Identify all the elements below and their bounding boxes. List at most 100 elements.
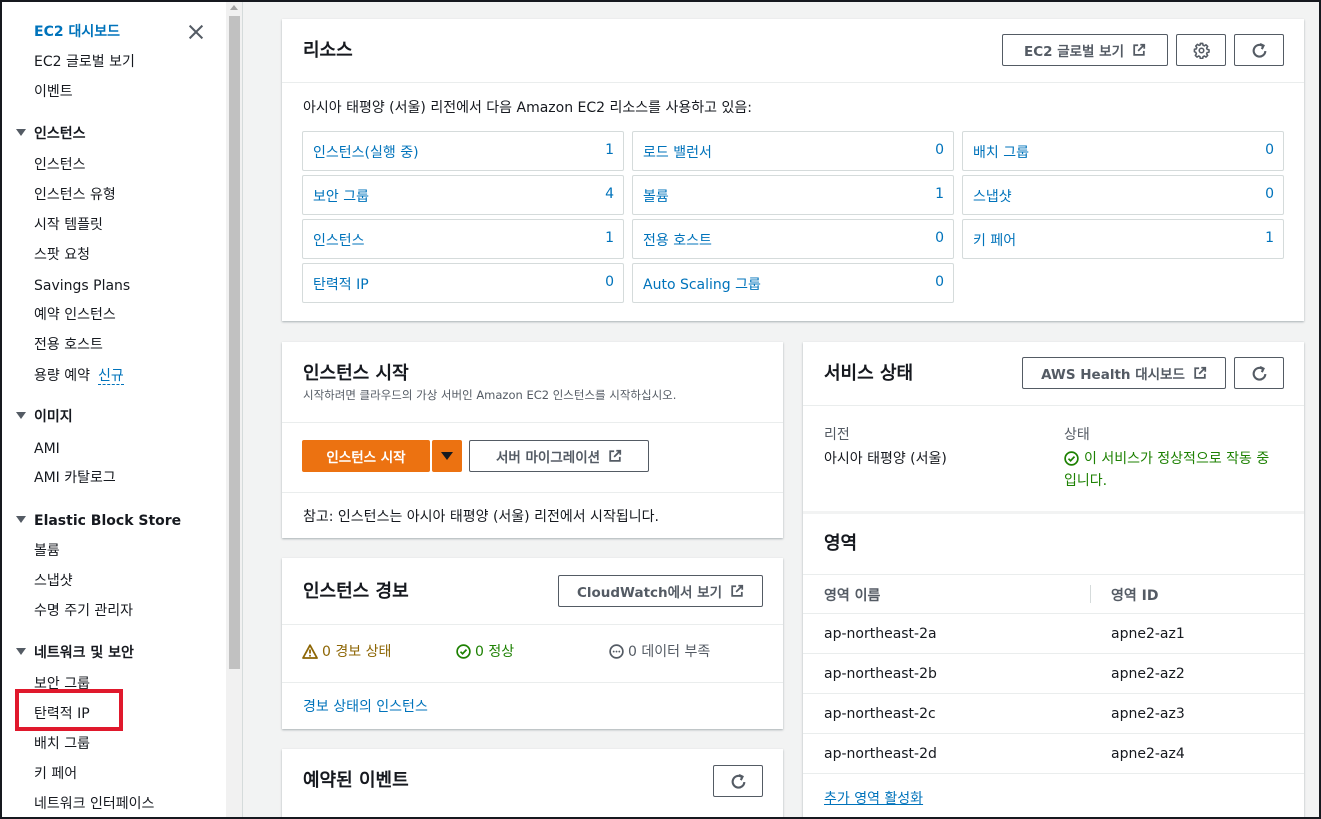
resource-count[interactable]: 1 xyxy=(605,230,614,246)
sidebar-section-instances[interactable]: 인스턴스 xyxy=(16,124,86,144)
resource-label[interactable]: Auto Scaling 그룹 xyxy=(643,274,761,294)
sidebar-item-key-pairs[interactable]: 키 페어 xyxy=(34,764,77,784)
sidebar-item-ec2-global-view[interactable]: EC2 글로벌 보기 xyxy=(34,52,135,72)
resources-card: 리소스 EC2 글로벌 보기 아시아 태평양 (서울) 리전에서 다음 Amaz… xyxy=(282,19,1304,321)
resource-tile[interactable]: Auto Scaling 그룹 0 xyxy=(632,263,954,303)
resource-tile[interactable]: 탄력적 IP 0 xyxy=(302,263,624,303)
resource-label[interactable]: 탄력적 IP xyxy=(313,274,369,294)
external-link-icon xyxy=(609,449,622,462)
caret-down-icon xyxy=(16,648,26,655)
sidebar-section-images[interactable]: 이미지 xyxy=(16,407,73,427)
sidebar-item-instances[interactable]: 인스턴스 xyxy=(34,155,86,175)
service-health-card: 서비스 상태 AWS Health 대시보드 리전 아시아 태평양 (서울) 상… xyxy=(803,342,1304,819)
aws-health-dashboard-button[interactable]: AWS Health 대시보드 xyxy=(1022,357,1226,389)
resources-title: 리소스 xyxy=(303,40,353,61)
scrollbar-thumb[interactable] xyxy=(229,16,240,669)
resource-count[interactable]: 0 xyxy=(1265,142,1274,158)
resource-count[interactable]: 4 xyxy=(605,186,614,202)
ec2-global-view-button[interactable]: EC2 글로벌 보기 xyxy=(1002,34,1168,66)
resource-label[interactable]: 전용 호스트 xyxy=(643,230,712,250)
sidebar-section-ebs[interactable]: Elastic Block Store xyxy=(16,511,181,531)
service-refresh-button[interactable] xyxy=(1234,357,1284,389)
resource-count[interactable]: 1 xyxy=(935,186,944,202)
divider xyxy=(803,773,1304,774)
launch-note: 참고: 인스턴스는 아시아 태평양 (서울) 리전에서 시작됩니다. xyxy=(303,509,659,525)
region-value: 아시아 태평양 (서울) xyxy=(824,451,947,467)
sidebar-section-network-security[interactable]: 네트워크 및 보안 xyxy=(16,643,134,663)
section-title: Elastic Block Store xyxy=(34,513,182,529)
resource-count[interactable]: 0 xyxy=(935,274,944,290)
enable-zones-link[interactable]: 추가 영역 활성화 xyxy=(824,788,923,808)
sidebar-item-ec2-dashboard[interactable]: EC2 대시보드 xyxy=(34,22,120,42)
sidebar-item-events[interactable]: 이벤트 xyxy=(34,82,73,102)
section-title: 이미지 xyxy=(34,409,73,425)
close-icon[interactable] xyxy=(186,22,206,42)
status-text-line1: 이 서비스가 정상적으로 작동 중 xyxy=(1084,451,1270,467)
alarm-instances-link[interactable]: 경보 상태의 인스턴스 xyxy=(303,696,428,716)
sidebar-item-launch-templates[interactable]: 시작 템플릿 xyxy=(34,215,103,235)
resource-count[interactable]: 0 xyxy=(935,230,944,246)
sidebar-item-lifecycle-manager[interactable]: 수명 주기 관리자 xyxy=(34,601,133,621)
resource-label[interactable]: 인스턴스(실행 중) xyxy=(313,142,419,162)
status-text-line2: 입니다. xyxy=(1064,473,1108,489)
resource-tile[interactable]: 키 페어 1 xyxy=(962,219,1284,259)
resource-count[interactable]: 1 xyxy=(1265,230,1274,246)
sidebar-item-spot-requests[interactable]: 스팟 요청 xyxy=(34,245,90,265)
resource-label[interactable]: 보안 그룹 xyxy=(313,186,369,206)
sidebar: EC2 대시보드 EC2 글로벌 보기 이벤트 인스턴스 인스턴스 인스턴스 유… xyxy=(0,0,226,819)
server-migration-button[interactable]: 서버 마이그레이션 xyxy=(469,440,649,472)
launch-instance-button[interactable]: 인스턴스 시작 xyxy=(302,440,430,472)
sidebar-item-savings-plans[interactable]: Savings Plans xyxy=(34,276,130,296)
sidebar-item-instance-types[interactable]: 인스턴스 유형 xyxy=(34,185,116,205)
sidebar-item-snapshots[interactable]: 스냅샷 xyxy=(34,571,73,591)
insufficient-data-status: 0 데이터 부족 xyxy=(609,641,710,661)
caret-down-icon xyxy=(441,452,453,460)
resource-tile[interactable]: 스냅샷 0 xyxy=(962,175,1284,215)
sidebar-item-ami[interactable]: AMI xyxy=(34,439,60,459)
resource-label[interactable]: 배치 그룹 xyxy=(973,142,1029,162)
resource-label[interactable]: 로드 밸런서 xyxy=(643,142,712,162)
region-label: 리전 xyxy=(824,427,850,443)
sidebar-item-volumes[interactable]: 볼륨 xyxy=(34,541,60,561)
divider xyxy=(803,653,1304,654)
resource-label[interactable]: 인스턴스 xyxy=(313,230,365,250)
divider xyxy=(282,624,783,625)
divider xyxy=(803,574,1304,575)
scroll-up-icon[interactable] xyxy=(230,5,238,10)
divider xyxy=(282,492,783,493)
resource-tile[interactable]: 인스턴스(실행 중) 1 xyxy=(302,131,624,171)
resource-label[interactable]: 스냅샷 xyxy=(973,186,1012,206)
resource-tile[interactable]: 보안 그룹 4 xyxy=(302,175,624,215)
resource-tile[interactable]: 로드 밸런서 0 xyxy=(632,131,954,171)
resource-tile[interactable]: 배치 그룹 0 xyxy=(962,131,1284,171)
resource-count[interactable]: 1 xyxy=(605,142,614,158)
settings-button[interactable] xyxy=(1176,34,1226,66)
resource-label[interactable]: 볼륨 xyxy=(643,186,669,206)
zone-name-header: 영역 이름 xyxy=(824,588,881,604)
sidebar-item-placement-groups[interactable]: 배치 그룹 xyxy=(34,734,90,754)
sidebar-item-reserved-instances[interactable]: 예약 인스턴스 xyxy=(34,305,116,325)
resource-label[interactable]: 키 페어 xyxy=(973,230,1016,250)
events-refresh-button[interactable] xyxy=(713,765,763,797)
sidebar-item-network-interfaces[interactable]: 네트워크 인터페이스 xyxy=(34,794,154,814)
resource-tile[interactable]: 인스턴스 1 xyxy=(302,219,624,259)
button-label: CloudWatch에서 보기 xyxy=(576,585,723,601)
resource-count[interactable]: 0 xyxy=(605,274,614,290)
resource-tile[interactable]: 전용 호스트 0 xyxy=(632,219,954,259)
new-badge: 신규 xyxy=(97,368,124,385)
caret-down-icon xyxy=(16,412,26,419)
resource-count[interactable]: 0 xyxy=(1265,186,1274,202)
sidebar-item-capacity-reservations[interactable]: 용량 예약 신규 xyxy=(34,366,124,386)
sidebar-item-ami-catalog[interactable]: AMI 카탈로그 xyxy=(34,468,116,488)
refresh-button[interactable] xyxy=(1234,34,1284,66)
zone-name-cell: ap-northeast-2c xyxy=(824,706,936,722)
scheduled-events-card: 예약된 이벤트 xyxy=(282,749,783,819)
resource-tile[interactable]: 볼륨 1 xyxy=(632,175,954,215)
resource-count[interactable]: 0 xyxy=(935,142,944,158)
launch-dropdown-button[interactable] xyxy=(432,440,462,472)
zone-id-cell: apne2-az2 xyxy=(1111,666,1185,682)
zone-id-cell: apne2-az1 xyxy=(1111,626,1185,642)
sidebar-item-dedicated-hosts[interactable]: 전용 호스트 xyxy=(34,335,103,355)
cloudwatch-view-button[interactable]: CloudWatch에서 보기 xyxy=(558,575,763,607)
external-link-icon xyxy=(1133,43,1146,56)
